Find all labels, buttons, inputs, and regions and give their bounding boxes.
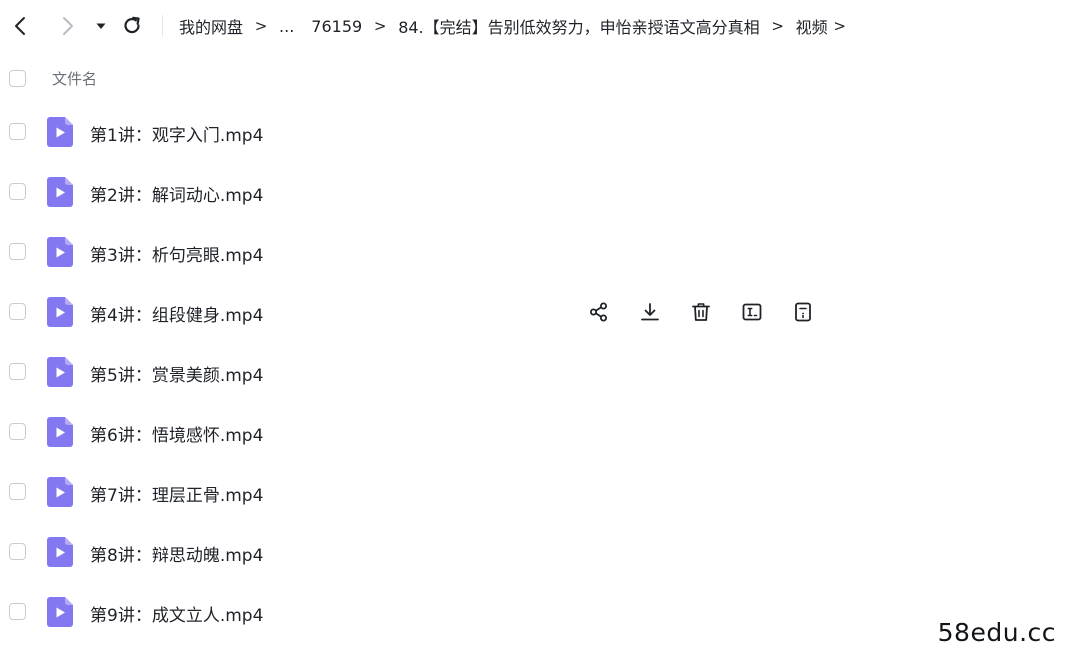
share-button[interactable]	[586, 299, 612, 325]
download-button[interactable]	[637, 299, 663, 325]
file-row-checkbox[interactable]	[9, 543, 26, 560]
nav-divider	[162, 15, 163, 37]
file-row-checkbox[interactable]	[9, 123, 26, 140]
breadcrumb-item-root[interactable]: 我的网盘	[179, 14, 243, 38]
breadcrumb-item-76159[interactable]: 76159	[311, 17, 362, 36]
video-file-icon	[47, 297, 73, 327]
rename-button[interactable]	[739, 299, 765, 325]
file-list-header: 文件名	[0, 63, 1068, 95]
file-name[interactable]: 第4讲：组段健身.mp4	[90, 301, 263, 326]
file-row[interactable]: 第5讲：赏景美颜.mp4	[0, 342, 1068, 402]
file-row[interactable]: 第6讲：悟境感怀.mp4	[0, 402, 1068, 462]
video-file-icon	[47, 477, 73, 507]
file-name[interactable]: 第8讲：辩思动魄.mp4	[90, 541, 263, 566]
chevron-left-icon	[15, 17, 25, 35]
refresh-button[interactable]	[120, 14, 144, 38]
chevron-right-icon	[63, 17, 73, 35]
delete-icon	[692, 303, 710, 321]
row-action-toolbar	[586, 299, 816, 325]
details-button[interactable]	[790, 299, 816, 325]
file-name[interactable]: 第9讲：成文立人.mp4	[90, 601, 263, 626]
file-row[interactable]: 第4讲：组段健身.mp4	[0, 282, 1068, 342]
watermark: 58edu.cc	[937, 618, 1056, 647]
top-navigation-bar: 我的网盘 > ... 76159 > 84.【完结】告别低效努力，申怡亲授语文高…	[0, 0, 1068, 52]
file-row-checkbox[interactable]	[9, 243, 26, 260]
back-button[interactable]	[9, 14, 33, 38]
refresh-icon	[124, 16, 140, 34]
video-file-icon	[47, 417, 73, 447]
select-all-checkbox[interactable]	[9, 70, 26, 87]
details-icon	[795, 302, 811, 322]
file-row[interactable]: 第9讲：成文立人.mp4	[0, 582, 1068, 642]
share-icon	[590, 302, 607, 322]
file-row-checkbox[interactable]	[9, 603, 26, 620]
forward-button[interactable]	[55, 14, 79, 38]
video-file-icon	[47, 117, 73, 147]
file-name[interactable]: 第6讲：悟境感怀.mp4	[90, 421, 263, 446]
file-name[interactable]: 第5讲：赏景美颜.mp4	[90, 361, 263, 386]
caret-down-icon	[96, 23, 106, 29]
file-row-checkbox[interactable]	[9, 303, 26, 320]
file-row-checkbox[interactable]	[9, 483, 26, 500]
file-row[interactable]: 第1讲：观字入门.mp4	[0, 102, 1068, 162]
delete-button[interactable]	[688, 299, 714, 325]
breadcrumb: 我的网盘 > ... 76159 > 84.【完结】告别低效努力，申怡亲授语文高…	[179, 14, 852, 38]
column-header-filename[interactable]: 文件名	[52, 68, 97, 89]
video-file-icon	[47, 237, 73, 267]
download-icon	[641, 303, 659, 321]
video-file-icon	[47, 597, 73, 627]
breadcrumb-separator: >	[771, 17, 784, 35]
history-dropdown-button[interactable]	[90, 14, 112, 38]
file-name[interactable]: 第2讲：解词动心.mp4	[90, 181, 263, 206]
video-file-icon	[47, 357, 73, 387]
video-file-icon	[47, 177, 73, 207]
breadcrumb-separator: >	[373, 17, 387, 35]
file-name[interactable]: 第1讲：观字入门.mp4	[90, 121, 263, 146]
file-row-checkbox[interactable]	[9, 363, 26, 380]
file-row-checkbox[interactable]	[9, 423, 26, 440]
breadcrumb-item-video[interactable]: 视频	[796, 14, 828, 38]
file-row-checkbox[interactable]	[9, 183, 26, 200]
file-name[interactable]: 第3讲：析句亮眼.mp4	[90, 241, 263, 266]
file-row[interactable]: 第3讲：析句亮眼.mp4	[0, 222, 1068, 282]
file-name[interactable]: 第7讲：理层正骨.mp4	[90, 481, 263, 506]
breadcrumb-separator: >	[254, 17, 268, 35]
file-row[interactable]: 第2讲：解词动心.mp4	[0, 162, 1068, 222]
breadcrumb-separator: >	[833, 17, 846, 35]
breadcrumb-ellipsis[interactable]: ...	[279, 17, 294, 36]
file-row[interactable]: 第7讲：理层正骨.mp4	[0, 462, 1068, 522]
file-row[interactable]: 第8讲：辩思动魄.mp4	[0, 522, 1068, 582]
video-file-icon	[47, 537, 73, 567]
breadcrumb-item-course-folder[interactable]: 84.【完结】告别低效努力，申怡亲授语文高分真相	[398, 14, 759, 38]
rename-icon	[742, 303, 762, 321]
